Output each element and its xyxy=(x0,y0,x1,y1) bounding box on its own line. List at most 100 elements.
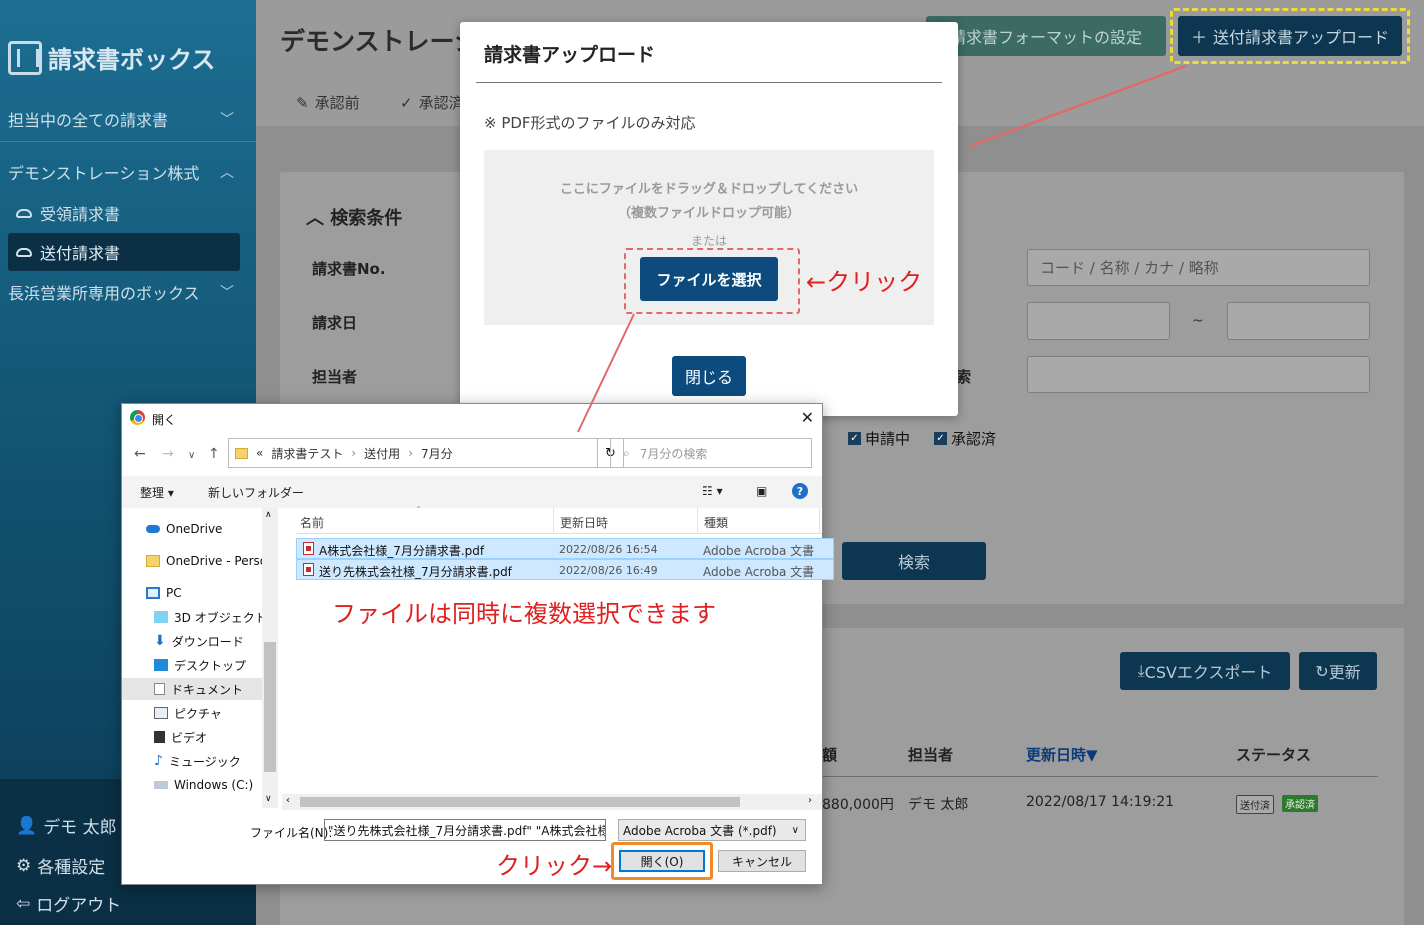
folder-search-input[interactable]: ⌕ 7月分の検索 xyxy=(610,438,812,468)
checkbox-checked-icon: ✓ xyxy=(934,432,947,445)
filename-input[interactable]: "送り先株式会社様_7月分請求書.pdf" "A株式会社様 xyxy=(324,819,606,841)
range-separator: ~ xyxy=(1192,313,1204,329)
column-separator xyxy=(697,508,698,534)
filetype-select[interactable]: Adobe Acroba 文書 (*.pdf) ∨ xyxy=(618,819,806,841)
tree-item-music[interactable]: ♪ ミュージック xyxy=(154,750,241,772)
sidebar-item-sent-invoices[interactable]: 送付請求書 xyxy=(8,233,240,271)
inbox-icon xyxy=(16,208,32,218)
tab-pending[interactable]: ✎ 承認前 xyxy=(296,92,360,113)
sidebar-group-label: デモンストレーション株式 xyxy=(8,164,200,183)
breadcrumb-overflow[interactable]: « xyxy=(256,446,263,460)
breadcrumb-item[interactable]: 請求書テスト xyxy=(271,445,343,462)
logout-link[interactable]: ⇦ ログアウト xyxy=(16,891,122,917)
file-row-selected[interactable]: 送り先株式会社様_7月分請求書.pdf 2022/08/26 16:49 Ado… xyxy=(296,559,834,580)
folder-icon xyxy=(235,447,248,459)
keyword-input[interactable] xyxy=(1027,356,1370,393)
invoice-date-label: 請求日 xyxy=(312,314,358,332)
date-from-input[interactable] xyxy=(1027,302,1170,340)
search-icon: ⌕ xyxy=(623,445,630,460)
new-folder-button[interactable]: 新しいフォルダー xyxy=(208,484,304,501)
tree-item-videos[interactable]: ビデオ xyxy=(154,726,207,748)
filetype-value: Adobe Acroba 文書 (*.pdf) xyxy=(623,823,777,838)
tab-approved[interactable]: ✓ 承認済 xyxy=(400,92,464,113)
tree-item-3d-objects[interactable]: 3D オブジェクト xyxy=(154,606,267,628)
tree-item-desktop[interactable]: デスクトップ xyxy=(154,654,246,676)
file-list-header: 名前 ˆ 更新日時 種類 xyxy=(296,506,822,534)
refresh-button[interactable]: ↻ 更新 xyxy=(1299,652,1377,690)
file-row-selected[interactable]: A株式会社様_7月分請求書.pdf 2022/08/26 16:54 Adobe… xyxy=(296,538,834,559)
tree-item-onedrive-personal[interactable]: OneDrive - Person xyxy=(146,550,275,572)
scroll-down-icon[interactable]: ∨ xyxy=(265,794,272,804)
settings-label: 各種設定 xyxy=(37,858,106,878)
tree-label: OneDrive - Person xyxy=(166,554,275,568)
forward-arrow-icon[interactable]: → xyxy=(162,446,174,462)
user-menu[interactable]: 👤 デモ 太郎 xyxy=(16,813,117,839)
sidebar-group-demo-corp[interactable]: デモンストレーション株式 ︿ xyxy=(8,154,240,190)
search-button[interactable]: 検索 xyxy=(842,542,986,580)
close-icon[interactable]: ✕ xyxy=(801,408,814,427)
sidebar-group-nagahama-box[interactable]: 長浜営業所専用のボックス ﹀ xyxy=(8,274,240,310)
csv-export-button[interactable]: ⤓ CSVエクスポート xyxy=(1120,652,1290,690)
checkbox-applying[interactable]: ✓ 申請中 xyxy=(848,428,910,449)
column-header-type[interactable]: 種類 xyxy=(704,514,728,531)
chevron-right-icon: › xyxy=(408,446,413,460)
checkbox-approved[interactable]: ✓ 承認済 xyxy=(934,428,996,449)
cancel-button[interactable]: キャンセル xyxy=(718,850,806,872)
search-conditions-toggle[interactable]: ︿ 検索条件 xyxy=(306,204,402,230)
invoice-format-settings-button[interactable]: 請求書フォーマットの設定 xyxy=(926,16,1166,56)
column-header-date[interactable]: 更新日時 xyxy=(560,514,608,531)
breadcrumb-item[interactable]: 7月分 xyxy=(421,445,453,462)
chrome-icon xyxy=(130,410,145,425)
cloud-icon xyxy=(146,525,160,533)
sidebar-item-label: 送付請求書 xyxy=(40,244,121,263)
up-arrow-icon[interactable]: ↑ xyxy=(208,446,220,462)
chevron-down-icon: ﹀ xyxy=(220,112,234,128)
app-logo[interactable]: 請求書ボックス xyxy=(8,40,215,75)
file-list-scrollbar[interactable]: ‹ › xyxy=(282,794,822,810)
tree-item-windows-c[interactable]: Windows (C:) xyxy=(154,774,253,796)
column-header-name[interactable]: 名前 xyxy=(300,514,324,531)
scroll-left-icon[interactable]: ‹ xyxy=(286,795,290,806)
column-separator xyxy=(819,508,820,534)
logo-text: 請求書ボックス xyxy=(48,46,216,74)
tree-item-onedrive[interactable]: OneDrive xyxy=(146,518,222,540)
column-header-updated[interactable]: 更新日時▼ xyxy=(1026,744,1098,765)
tree-item-documents[interactable]: ドキュメント xyxy=(122,678,262,700)
customer-code-input[interactable]: コード / 名称 / カナ / 略称 xyxy=(1027,249,1370,286)
scrollbar-thumb[interactable] xyxy=(300,797,740,807)
help-icon[interactable]: ? xyxy=(792,483,808,499)
tree-item-downloads[interactable]: ⬇ ダウンロード xyxy=(154,630,244,652)
status-badge-approved: 承認済 xyxy=(1282,795,1318,812)
view-options-icon[interactable]: ☷ ▾ xyxy=(702,484,723,498)
preview-pane-icon[interactable]: ▣ xyxy=(756,484,767,498)
scrollbar-thumb[interactable] xyxy=(264,642,276,772)
chevron-right-icon: › xyxy=(351,446,357,460)
sort-up-icon: ˆ xyxy=(416,506,421,517)
date-to-input[interactable] xyxy=(1227,302,1370,340)
address-bar[interactable]: « 請求書テスト › 送付用 › 7月分 xyxy=(228,438,598,468)
scroll-up-icon[interactable]: ∧ xyxy=(265,510,272,520)
annotation-multi-select: ファイルは同時に複数選択できます xyxy=(332,600,716,628)
tree-item-pictures[interactable]: ピクチャ xyxy=(154,702,222,724)
annotation-click-open: クリック→ xyxy=(496,852,613,880)
close-modal-button[interactable]: 閉じる xyxy=(672,356,746,396)
logout-label: ログアウト xyxy=(36,896,122,916)
tree-label: ミュージック xyxy=(168,754,241,769)
sidebar-item-received-invoices[interactable]: 受領請求書 xyxy=(8,194,240,232)
partial-label: 索 xyxy=(956,368,972,386)
sidebar-group-all-invoices[interactable]: 担当中の全ての請求書 ﹀ xyxy=(8,101,240,137)
chevron-down-icon[interactable]: ∨ xyxy=(188,450,195,461)
tree-item-pc[interactable]: PC xyxy=(146,582,182,604)
tree-label: ピクチャ xyxy=(174,706,222,721)
organize-menu[interactable]: 整理 ▾ xyxy=(140,484,174,501)
tree-scrollbar[interactable]: ∧ ∨ xyxy=(262,508,278,808)
breadcrumb-item[interactable]: 送付用 xyxy=(364,445,400,462)
back-arrow-icon[interactable]: ← xyxy=(134,446,146,462)
chevron-down-icon: ﹀ xyxy=(220,285,234,301)
cell-person: デモ 太郎 xyxy=(908,797,969,813)
filename-label: ファイル名(N): xyxy=(250,826,333,840)
invoice-no-label: 請求書No. xyxy=(312,260,386,278)
scroll-right-icon[interactable]: › xyxy=(808,795,812,806)
file-open-dialog: 開く ✕ ← → ∨ ↑ « 請求書テスト › 送付用 › 7月分 ↻ ⌕ 7月… xyxy=(121,403,834,885)
settings-link[interactable]: ⚙ 各種設定 xyxy=(16,853,106,879)
